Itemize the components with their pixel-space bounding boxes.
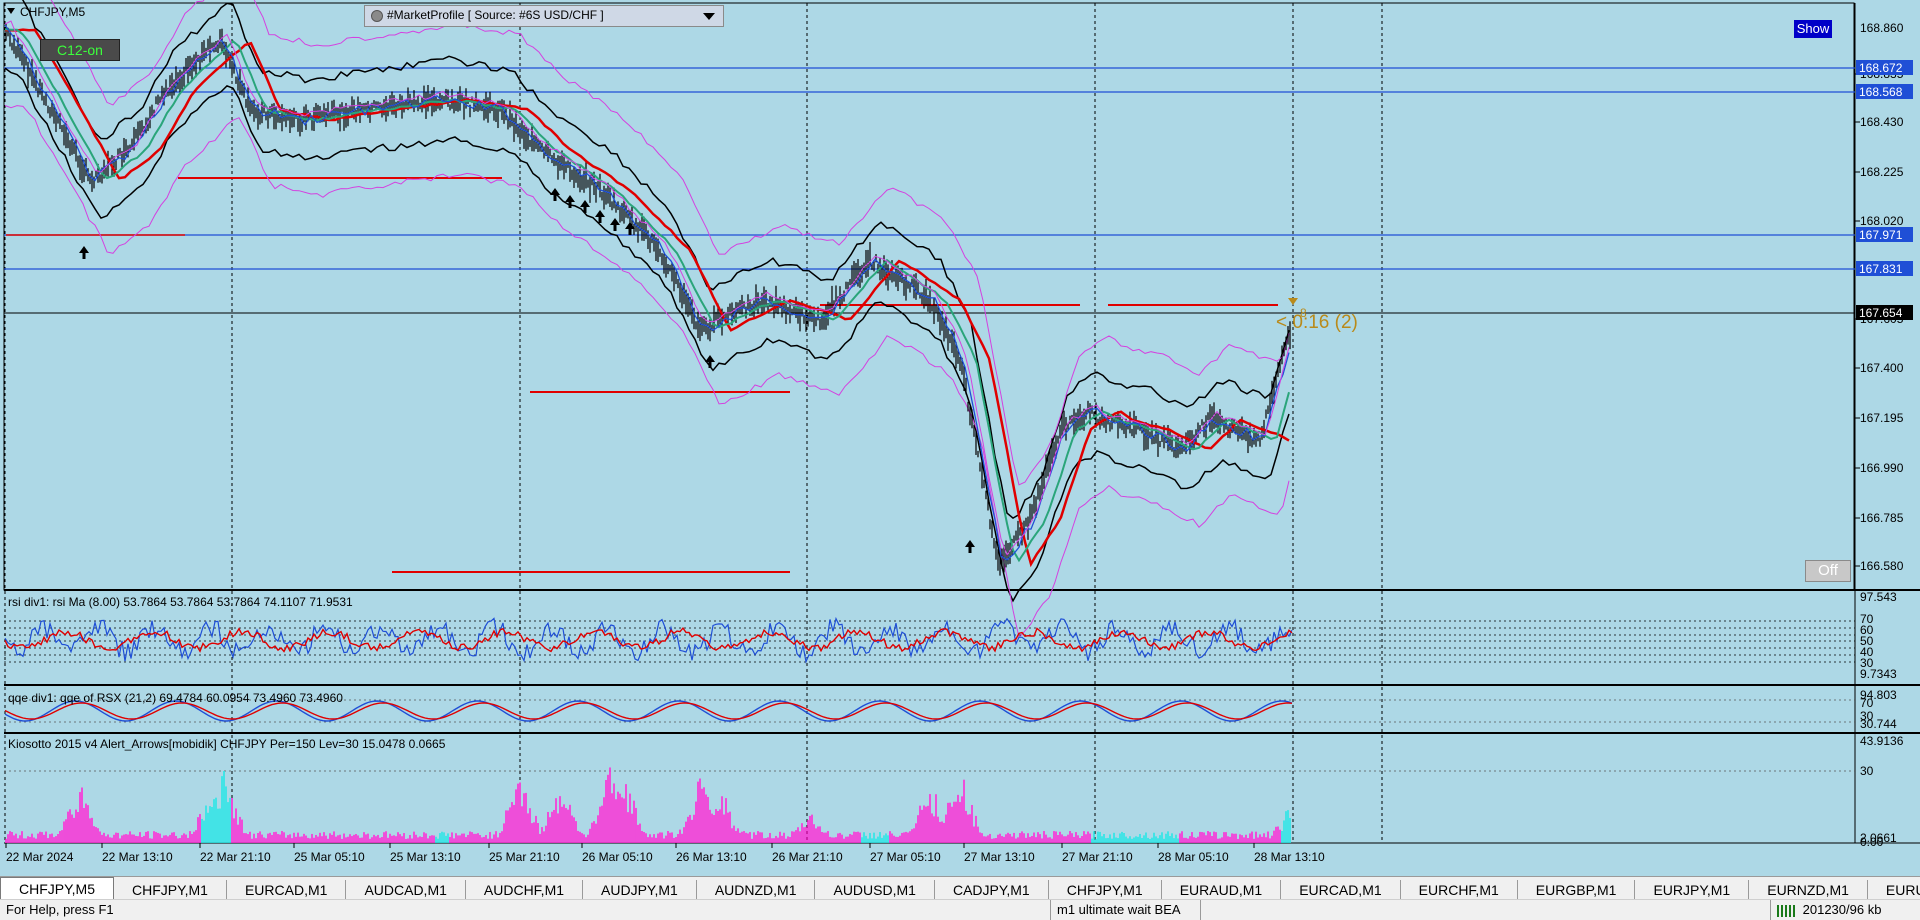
price-label: 167.654 [1859,306,1903,320]
price-label: 168.568 [1859,85,1903,99]
tab-audjpy-m1[interactable]: AUDJPY,M1 [583,880,697,900]
price-label: 168.672 [1859,61,1903,75]
time-tick: 26 Mar 05:10 [582,850,653,864]
rsi-scale-label: 97.543 [1860,590,1897,604]
time-tick: 28 Mar 05:10 [1158,850,1229,864]
time-tick: 27 Mar 05:10 [870,850,941,864]
time-tick: 25 Mar 13:10 [390,850,461,864]
show-button[interactable]: Show [1794,20,1832,38]
market-profile-dropdown[interactable]: #MarketProfile [ Source: #6S USD/CHF ] [364,5,724,27]
time-tick: 26 Mar 13:10 [676,850,747,864]
up-arrow-icon [79,246,89,259]
status-traffic: 201230/96 kb [1770,900,1920,920]
kiosotto-title: Kiosotto 2015 v4 Alert_Arrows[mobidik] C… [8,737,446,751]
price-tick: 166.580 [1860,559,1904,573]
qqe-red-line [4,702,1293,720]
kiosotto-scale-label: 0.00 [1860,835,1884,849]
tab-cadjpy-m1[interactable]: CADJPY,M1 [935,880,1049,900]
tab-eurjpy-m1[interactable]: EURJPY,M1 [1635,880,1750,900]
status-help: For Help, press F1 [6,902,114,917]
tab-eurcad-m1[interactable]: EURCAD,M1 [1281,880,1401,900]
off-button[interactable]: Off [1805,560,1851,582]
tab-eurcad-m1[interactable]: EURCAD,M1 [227,880,347,900]
price-tick: 168.430 [1860,115,1904,129]
tab-audusd-m1[interactable]: AUDUSD,M1 [815,880,935,900]
tab-chfjpy-m1[interactable]: CHFJPY,M1 [114,880,227,900]
time-tick: 22 Mar 21:10 [200,850,271,864]
kiosotto-scale-label: 30 [1860,764,1874,778]
chart-menu-triangle-icon[interactable] [7,8,15,14]
kiosotto-scale-label: 43.9136 [1860,734,1904,748]
tab-eurnzd-m1[interactable]: EURNZD,M1 [1749,880,1868,900]
price-label: 167.971 [1859,228,1903,242]
price-tick: 167.400 [1860,361,1904,375]
tab-eurusd-m1[interactable]: EURUSD,M1 [1868,880,1920,900]
up-arrow-icon [705,355,715,368]
price-label: 167.831 [1859,262,1903,276]
tab-audcad-m1[interactable]: AUDCAD,M1 [346,880,466,900]
time-tick: 22 Mar 13:10 [102,850,173,864]
price-tick: 166.990 [1860,461,1904,475]
chevron-down-icon[interactable] [703,13,715,20]
ma-blue-line [4,24,1290,561]
tab-audnzd-m1[interactable]: AUDNZD,M1 [697,880,816,900]
status-empty [1200,900,1777,920]
time-tick: 26 Mar 21:10 [772,850,843,864]
qqe-scale-label: 70 [1860,696,1874,710]
up-arrow-icon [550,188,560,201]
up-arrow-icon [965,540,975,553]
market-profile-label: #MarketProfile [ Source: #6S USD/CHF ] [387,8,604,22]
price-tick: 168.020 [1860,214,1904,228]
countdown-annotation: < 0:16 (2) [1276,312,1358,333]
tab-euraud-m1[interactable]: EURAUD,M1 [1162,880,1282,900]
up-arrow-icon [610,218,620,231]
qqe-scale-label: 30.744 [1860,717,1897,731]
time-tick: 27 Mar 13:10 [964,850,1035,864]
traffic-value: 201230/96 kb [1802,902,1882,917]
time-tick: 25 Mar 05:10 [294,850,365,864]
symbol-title: CHFJPY,M5 [20,5,86,19]
status-bar: For Help, press F1 m1 ultimate wait BEA … [0,899,1920,920]
annotation-small: 8 [1300,306,1307,320]
connection-bars-icon [1777,904,1795,917]
tab-chfjpy-m1[interactable]: CHFJPY,M1 [1049,880,1162,900]
price-marker-icon [1288,298,1298,305]
time-tick: 25 Mar 21:10 [489,850,560,864]
band-lower-line [4,67,1290,603]
tab-audchf-m1[interactable]: AUDCHF,M1 [466,880,584,900]
tab-chfjpy-m5-active[interactable]: CHFJPY,M5 [0,877,114,900]
qqe-title: qqe div1: qqe of RSX (21,2) 69.4784 60.0… [8,691,343,705]
time-tick: 22 Mar 2024 [6,850,74,864]
time-tick: 28 Mar 13:10 [1254,850,1325,864]
rsi-scale-label: 9.7343 [1860,667,1897,681]
band-upper-line [21,0,1290,520]
up-arrow-icon [580,200,590,213]
ma-magenta-line [4,20,1290,557]
chart-tab-bar: CHFJPY,M5 CHFJPY,M1 EURCAD,M1 AUDCAD,M1 AUDC… [0,876,1920,900]
tab-eurchf-m1[interactable]: EURCHF,M1 [1401,880,1518,900]
price-tick: 167.195 [1860,411,1904,425]
status-profile: m1 ultimate wait BEA [1050,900,1207,920]
time-tick: 27 Mar 21:10 [1062,850,1133,864]
c12-badge[interactable]: C12-on [40,39,120,61]
price-tick: 168.225 [1860,165,1904,179]
market-profile-icon [371,10,383,22]
price-tick: 166.785 [1860,511,1904,525]
rsi-title: rsi div1: rsi Ma (8.00) 53.7864 53.7864 … [8,595,353,609]
price-tick: 168.860 [1860,21,1904,35]
chart-window[interactable]: 168.860168.835168.430168.225168.020167.6… [0,0,1920,880]
tab-eurgbp-m1[interactable]: EURGBP,M1 [1518,880,1636,900]
